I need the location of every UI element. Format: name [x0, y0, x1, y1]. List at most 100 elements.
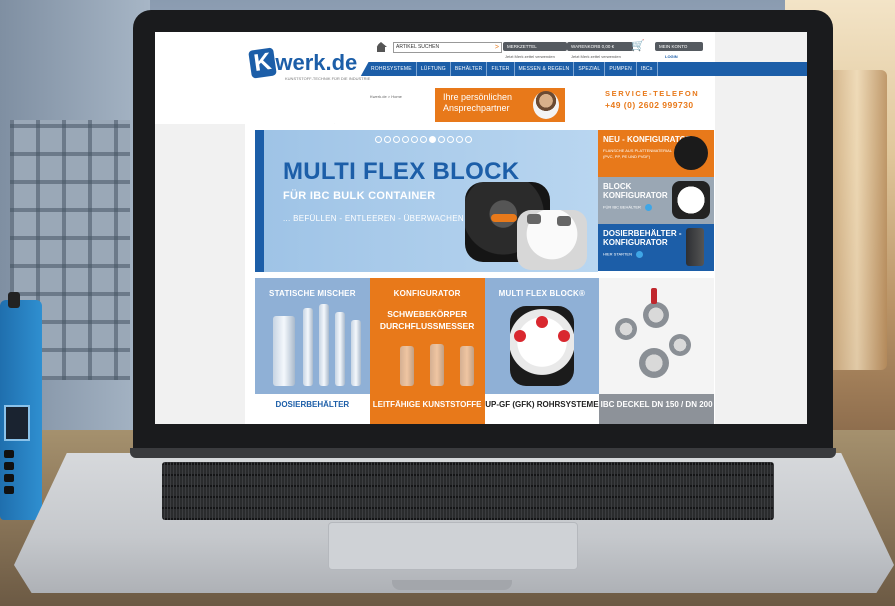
red-port	[535, 316, 548, 328]
breadcrumb[interactable]: Kwerk.de > Home	[370, 94, 402, 99]
category-dosierbehaelter[interactable]: DOSIERBEHÄLTER	[255, 394, 370, 424]
category-ibc-deckel[interactable]: IBC DECKEL DN 150 / DN 200	[599, 394, 714, 424]
hero-subtitle: FÜR IBC BULK CONTAINER	[283, 190, 436, 202]
mixer-tube	[319, 304, 329, 386]
laptop-hinge	[130, 448, 836, 458]
walkie-screen	[4, 405, 30, 441]
nav-item-lueftung[interactable]: LÜFTUNG	[417, 62, 451, 76]
tile-block-konfigurator[interactable]: BLOCK KONFIGURATOR FÜR IBC BEHÄLTER	[598, 177, 714, 224]
cart-icon[interactable]: 🛒	[631, 40, 645, 52]
multi-flex-block-product	[509, 306, 574, 386]
valve-handle	[651, 288, 658, 304]
walkie-button	[4, 486, 14, 494]
merkzettel-button[interactable]: MERKZETTEL	[503, 42, 567, 51]
slider-dot[interactable]	[402, 136, 409, 143]
category-konfigurator[interactable]: KONFIGURATOR SCHWEBEKÖRPER DURCHFLUSSMES…	[369, 278, 485, 394]
hero-title: MULTI FLEX BLOCK	[283, 158, 520, 185]
logo-wordmark: werk.de	[275, 50, 358, 75]
site-logo[interactable]: Kwerk.de	[248, 47, 358, 79]
contact-banner[interactable]: Ihre persönlichen Ansprechpartner	[435, 88, 565, 122]
logo-tagline: KUNSTSTOFF-TECHNIK FÜR DIE INDUSTRIE	[285, 76, 371, 81]
slider-dot[interactable]	[447, 136, 454, 143]
flowmeter-tube	[399, 346, 414, 386]
service-phone-label: SERVICE-TELEFON	[605, 89, 700, 98]
red-port	[513, 330, 526, 342]
walkie-button	[4, 462, 14, 470]
cart-button[interactable]: WARENKORB 0,00 €	[567, 42, 633, 51]
merkzettel-sub: Jetzt Merk zettel verwenden	[505, 54, 555, 59]
side-tiles: NEU - KONFIGURATOR FLANSCHE AUS PLATTENM…	[598, 130, 714, 271]
nav-item-messen-regeln[interactable]: MESSEN & REGELN	[515, 62, 575, 76]
walkie-button	[4, 474, 14, 482]
background-tank	[827, 70, 887, 370]
valve-product	[669, 334, 692, 356]
service-phone-number[interactable]: +49 (0) 2602 999730	[605, 100, 694, 110]
slider-dot[interactable]	[465, 136, 472, 143]
hero-slider[interactable]: MULTI FLEX BLOCK FÜR IBC BULK CONTAINER …	[255, 130, 598, 272]
nav-item-pumpen[interactable]: PUMPEN	[605, 62, 637, 76]
slider-dot[interactable]	[420, 136, 427, 143]
hero-arrow-button[interactable]	[491, 214, 517, 222]
flange-icon	[674, 136, 708, 170]
logo-k: K	[248, 47, 278, 79]
slider-dot[interactable]	[393, 136, 400, 143]
search-placeholder: ARTIKEL SUCHEN	[396, 44, 440, 50]
nav-item-rohrsysteme[interactable]: ROHRSYSTEME	[367, 62, 417, 76]
arrow-icon	[644, 204, 652, 211]
laptop-keyboard	[162, 462, 774, 520]
category-leitfaehige-kunststoffe[interactable]: LEITFÄHIGE KUNSTSTOFFE	[369, 394, 485, 424]
walkie-antenna	[8, 292, 20, 308]
tile-sub-text: HIER STARTEN	[603, 251, 632, 257]
walkie-button	[4, 450, 14, 458]
laptop-screen: Kwerk.de KUNSTSTOFF-TECHNIK FÜR DIE INDU…	[155, 32, 807, 424]
search-go-icon[interactable]: >	[495, 43, 499, 52]
main-nav: ROHRSYSTEME LÜFTUNG BEHÄLTER FILTER MESS…	[367, 62, 658, 76]
category-up-gf-rohrsysteme[interactable]: UP-GF (GFK) ROHRSYSTEME	[484, 394, 600, 424]
search-input[interactable]: ARTIKEL SUCHEN >	[393, 42, 502, 53]
category-label: STATISCHE MISCHER	[269, 289, 356, 298]
slider-dot[interactable]	[438, 136, 445, 143]
category-armaturen[interactable]	[599, 278, 714, 394]
arrow-icon	[635, 251, 643, 258]
tile-sub-text: FÜR IBC BEHÄLTER	[603, 204, 641, 210]
red-port	[557, 330, 570, 342]
nav-item-filter[interactable]: FILTER	[487, 62, 515, 76]
hero-tagline: ... BEFÜLLEN - ENTLEEREN - ÜBERWACHEN	[283, 214, 464, 223]
nav-item-spezial[interactable]: SPEZIAL	[574, 62, 606, 76]
laptop-notch	[392, 580, 512, 590]
mixer-tube	[351, 320, 361, 386]
flowmeter-tube	[429, 344, 444, 386]
category-label-secondary: SCHWEBEKÖRPER DURCHFLUSSMESSER	[379, 309, 475, 331]
slider-dot[interactable]	[375, 136, 382, 143]
nav-item-ibcs[interactable]: IBCs	[637, 62, 658, 76]
walkie-talkie	[0, 292, 42, 520]
tile-title: DOSIERBEHÄLTER - KONFIGURATOR	[603, 229, 682, 247]
login-link[interactable]: LOGIN	[665, 54, 678, 59]
category-label: KONFIGURATOR	[393, 289, 461, 298]
valve-product	[639, 348, 670, 378]
valve-product	[643, 302, 670, 328]
category-statische-mischer[interactable]: STATISCHE MISCHER	[255, 278, 370, 394]
tile-konfigurator[interactable]: NEU - KONFIGURATOR FLANSCHE AUS PLATTENM…	[598, 130, 714, 177]
flowmeter-tube	[459, 346, 474, 386]
website: Kwerk.de KUNSTSTOFF-TECHNIK FÜR DIE INDU…	[155, 32, 807, 424]
slider-dot[interactable]	[411, 136, 418, 143]
category-label: MULTI FLEX BLOCK®	[498, 289, 586, 298]
mixer-tube	[273, 316, 295, 386]
category-multi-flex-block[interactable]: MULTI FLEX BLOCK®	[484, 278, 600, 394]
slider-dot[interactable]	[429, 136, 436, 143]
valve-product	[615, 318, 638, 340]
tile-sub: FLANSCHE AUS PLATTENMATERIAL (PVC, PP, P…	[603, 148, 672, 159]
mixer-tube	[303, 308, 313, 386]
top-bar: ARTIKEL SUCHEN > MERKZETTEL WARENKORB 0,0…	[375, 40, 715, 62]
slider-dot[interactable]	[384, 136, 391, 143]
tile-title: BLOCK KONFIGURATOR	[603, 182, 668, 200]
slider-dots	[375, 136, 472, 143]
laptop-trackpad	[328, 522, 578, 570]
account-button[interactable]: MEIN KONTO	[655, 42, 703, 51]
slider-dot[interactable]	[456, 136, 463, 143]
tile-dosierbehaelter[interactable]: DOSIERBEHÄLTER - KONFIGURATOR HIER START…	[598, 224, 714, 271]
nav-item-behaelter[interactable]: BEHÄLTER	[451, 62, 488, 76]
block-nub	[527, 214, 541, 224]
block-nub	[557, 216, 571, 226]
